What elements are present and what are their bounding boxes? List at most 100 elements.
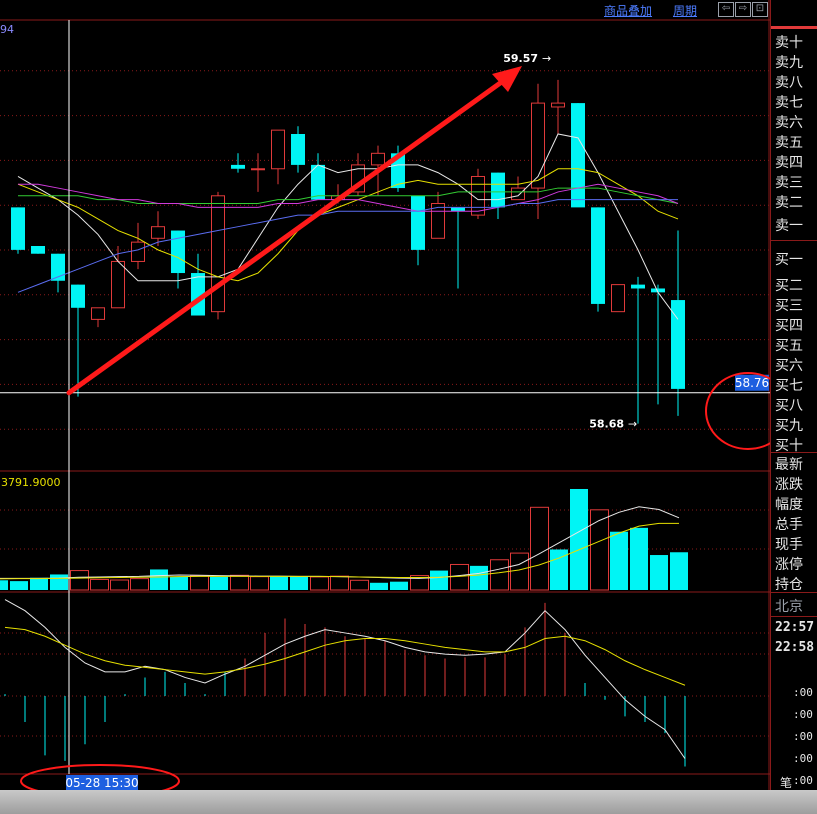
overlay-commodity-link[interactable]: 商品叠加: [604, 2, 652, 19]
candle-body: [71, 284, 85, 308]
volume-bar: [130, 578, 149, 591]
maximize-icon[interactable]: ⊡: [752, 2, 768, 17]
candle-body: [371, 152, 385, 166]
candle-body: [31, 246, 45, 254]
quote-info-label: 幅度: [775, 497, 803, 513]
quote-info-label: 涨跌: [775, 477, 803, 493]
tab-strip: 笔: [770, 774, 817, 790]
volume-bar: [570, 488, 588, 590]
volume-panel-label: 3791.9000: [1, 476, 61, 489]
volume-bar: [210, 576, 228, 590]
scroll-left-icon[interactable]: ⇦: [718, 2, 734, 17]
sell-level-label: 卖七: [775, 95, 803, 111]
candle-body: [511, 187, 525, 201]
buy-level-label: 买六: [775, 358, 803, 374]
volume-bar: [150, 569, 168, 590]
quote-info-label: 持仓: [775, 577, 803, 593]
x-cursor-label: 05-28 15:30: [65, 776, 138, 790]
candle-body: [291, 134, 305, 165]
city-label: 北京: [775, 599, 803, 615]
buy-level-label: 买三: [775, 298, 803, 314]
volume-bar: [110, 579, 129, 591]
sidebar-divider: [771, 452, 817, 453]
sidebar-top-accent: [771, 26, 817, 29]
price-axis-partial-label: 94: [0, 23, 14, 36]
volume-bar: [270, 576, 288, 590]
candle-body: [211, 195, 225, 313]
volume-bar: [70, 570, 89, 591]
candle-body: [251, 168, 265, 171]
candle-body: [111, 260, 125, 309]
sidebar-divider: [771, 240, 817, 241]
volume-bar: [50, 574, 68, 590]
sell-level-label: 卖五: [775, 135, 803, 151]
min-arrow-icon: →: [628, 418, 637, 431]
volume-bar: [10, 581, 28, 590]
buy-level-label: 买四: [775, 318, 803, 334]
quote-info-label: 总手: [775, 517, 803, 533]
candle-body: [611, 284, 625, 313]
volume-bar: [610, 531, 628, 590]
volume-bar: [590, 509, 609, 591]
candle-body: [271, 129, 285, 170]
volume-bar: [0, 580, 8, 590]
buy-level-label: 买八: [775, 398, 803, 414]
candle-body: [231, 164, 245, 169]
volume-bar: [650, 555, 668, 590]
period-link[interactable]: 周期: [673, 2, 697, 19]
candle-body: [151, 226, 165, 239]
volume-bar: [630, 527, 648, 590]
buy-level-label: 买七: [775, 378, 803, 394]
trade-tick: :00: [793, 730, 813, 743]
sell-level-label: 卖一: [775, 218, 803, 234]
volume-bar: [530, 506, 549, 591]
volume-bar: [230, 574, 249, 591]
quote-info-label: 最新: [775, 457, 803, 473]
quote-info-label: 现手: [775, 537, 803, 553]
sell-level-label: 卖六: [775, 115, 803, 131]
candlestick-chart[interactable]: 94 59.57 → 58.68 → 3791.9000 58.76 05-28 15:30: [0, 0, 770, 790]
trade-tick: :00: [793, 686, 813, 699]
candle-body: [411, 195, 425, 250]
trade-time: 22:58: [775, 640, 815, 655]
sell-level-label: 卖四: [775, 155, 803, 171]
candle-body: [631, 284, 645, 289]
volume-bar: [330, 575, 349, 591]
sell-level-label: 卖十: [775, 35, 803, 51]
max-price-label: 59.57: [503, 52, 538, 65]
volume-bar: [390, 581, 408, 590]
sell-level-label: 卖二: [775, 195, 803, 211]
volume-bar: [450, 563, 469, 591]
volume-bar: [90, 578, 109, 591]
trade-time: 22:57: [775, 620, 815, 635]
volume-bar: [430, 570, 448, 590]
candle-body: [91, 307, 105, 320]
volume-bar: [510, 552, 529, 591]
candle-body: [131, 241, 145, 262]
order-book-sidebar: 卖十 卖九 卖八 卖七 卖六 卖五 卖四 卖三 卖二 卖一 买一 买二 买三 买四 买五 买六 买七 买八 买九 买十…: [770, 0, 817, 790]
sidebar-divider: [771, 592, 817, 593]
volume-bar: [30, 577, 48, 590]
tab-trades[interactable]: 笔: [780, 774, 792, 791]
candle-body: [551, 102, 565, 108]
candle-body: [491, 172, 505, 208]
volume-bar: [490, 559, 509, 591]
min-price-label: 58.68: [589, 418, 624, 431]
volume-bar: [190, 575, 209, 591]
volume-bar: [250, 576, 269, 591]
quote-info-label: 涨停: [775, 557, 803, 573]
candle-body: [591, 207, 605, 304]
buy-level-label: 买五: [775, 338, 803, 354]
volume-bar: [310, 576, 329, 591]
volume-bar: [470, 565, 488, 590]
candle-body: [11, 207, 25, 250]
max-arrow-icon: →: [542, 52, 551, 65]
buy-level-label: 买二: [775, 278, 803, 294]
candle-body: [451, 207, 465, 212]
sell-level-label: 卖九: [775, 55, 803, 71]
bottom-scrollbar[interactable]: [0, 790, 817, 814]
candle-body: [571, 103, 585, 208]
sell-level-label: 卖三: [775, 175, 803, 191]
trade-tick: :00: [793, 708, 813, 721]
scroll-right-icon[interactable]: ⇨: [735, 2, 751, 17]
